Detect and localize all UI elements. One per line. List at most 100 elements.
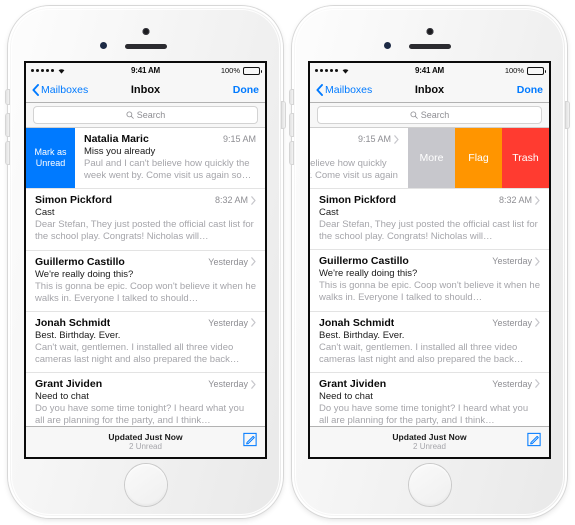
message-list-left[interactable]: Mark as Unread Natalia Maric 9:15 AM Mis… [26, 128, 265, 426]
battery-full-icon [527, 66, 546, 75]
message-row-swiped-left[interactable]: Natalia Maric 9:15 AM Miss you already P… [310, 128, 549, 189]
message-time: Yesterday [492, 256, 532, 267]
updated-status-label: Updated Just Now [108, 432, 183, 443]
message-row[interactable]: Grant Jividen Yesterday Need to chat Do … [26, 373, 265, 426]
message-preview: This is gonna be epic. Coop won't believ… [319, 280, 540, 304]
chevron-left-icon [316, 84, 323, 96]
message-row[interactable]: Simon Pickford 8:32 AM Cast Dear Stefan,… [310, 189, 549, 251]
screen-left: 9:41 AM 100% Mailboxes Inbox Done Search… [24, 61, 267, 459]
mark-as-unread-button[interactable]: Mark as Unread [26, 128, 75, 189]
message-row-swiped-right[interactable]: Mark as Unread Natalia Maric 9:15 AM Mis… [26, 128, 265, 190]
compose-button[interactable] [243, 432, 257, 452]
chevron-right-icon [251, 257, 256, 266]
message-preview: Can't wait, gentlemen. I installed all t… [319, 341, 524, 365]
message-row[interactable]: Jonah Schmidt Yesterday Best. Birthday. … [310, 311, 549, 373]
message-row[interactable]: Simon Pickford 8:32 AM Cast Dear Stefan,… [26, 189, 265, 251]
iphone-device-left: 9:41 AM 100% Mailboxes Inbox Done Search… [6, 6, 285, 518]
home-button[interactable] [408, 464, 451, 506]
done-button[interactable]: Done [233, 84, 259, 96]
message-sender: Guillermo Castillo [35, 255, 125, 268]
silent-switch[interactable] [290, 90, 293, 104]
message-meta: Yesterday [486, 379, 540, 389]
message-row-header: Natalia Maric 9:15 AM [84, 133, 256, 145]
search-placeholder: Search [420, 110, 450, 120]
chevron-right-icon [535, 195, 540, 205]
message-list-right[interactable]: Natalia Maric 9:15 AM Miss you already P… [310, 128, 549, 426]
back-button-label: Mailboxes [41, 84, 89, 96]
flag-action-button[interactable]: Flag [455, 128, 502, 188]
message-meta: 9:15 AM [217, 134, 256, 144]
back-to-mailboxes-button[interactable]: Mailboxes [316, 84, 372, 96]
chevron-right-icon [251, 379, 256, 389]
power-button[interactable] [282, 102, 285, 128]
compose-button[interactable] [527, 432, 541, 452]
message-time: Yesterday [492, 317, 532, 328]
message-row-header: Grant Jividen Yesterday [35, 378, 256, 390]
message-time: 9:15 AM [222, 134, 256, 144]
message-row[interactable]: Guillermo Castillo Yesterday We're reall… [310, 250, 549, 312]
navigation-bar: Mailboxes Inbox Done [310, 78, 549, 103]
message-row[interactable]: Jonah Schmidt Yesterday Best. Birthday. … [26, 311, 265, 374]
message-row[interactable]: Grant Jividen Yesterday Need to chat Do … [310, 372, 549, 426]
status-bar-right: 100% [221, 66, 262, 75]
chevron-right-icon [535, 257, 540, 266]
power-button[interactable] [566, 102, 569, 128]
volume-up-button[interactable] [290, 114, 293, 136]
volume-up-button[interactable] [6, 114, 9, 136]
more-action-button[interactable]: More [408, 128, 455, 188]
chevron-left-icon [32, 84, 39, 96]
search-placeholder: Search [136, 110, 166, 120]
message-sender: Grant Jividen [319, 377, 387, 390]
done-button[interactable]: Done [517, 84, 543, 96]
earpiece-speaker [408, 44, 451, 49]
message-row[interactable]: Guillermo Castillo Yesterday We're reall… [26, 250, 265, 312]
compose-icon [243, 432, 257, 447]
chevron-right-icon [535, 318, 540, 327]
message-meta: 9:15 AM [352, 134, 399, 144]
home-button[interactable] [124, 464, 167, 506]
message-subject: Best. Birthday. Ever. [35, 329, 121, 341]
message-preview: Can't wait, gentlemen. I installed all t… [35, 341, 240, 366]
message-row-content[interactable]: Natalia Maric 9:15 AM Miss you already P… [75, 128, 265, 188]
updated-status-label: Updated Just Now [392, 432, 467, 443]
message-row-header: Simon Pickford 8:32 AM [35, 194, 256, 206]
message-meta: Yesterday [486, 318, 540, 328]
search-icon [410, 111, 418, 119]
trash-action-button[interactable]: Trash [502, 128, 549, 188]
message-sender: Jonah Schmidt [35, 316, 111, 329]
back-button-label: Mailboxes [325, 84, 373, 96]
message-sender: Guillermo Castillo [319, 255, 409, 268]
mark-as-unread-label-line2: Unread [35, 158, 66, 169]
bottom-toolbar: Updated Just Now 2 Unread [26, 426, 265, 457]
status-bar-right: 100% [505, 66, 546, 75]
back-to-mailboxes-button[interactable]: Mailboxes [32, 84, 88, 96]
search-icon [126, 111, 134, 119]
mailbox-status: Updated Just Now 2 Unread [392, 432, 466, 452]
message-meta: Yesterday [486, 256, 540, 266]
message-meta: Yesterday [202, 379, 256, 389]
volume-down-button[interactable] [6, 142, 9, 164]
message-time: Yesterday [208, 317, 248, 328]
message-row-content[interactable]: Natalia Maric 9:15 AM Miss you already P… [310, 128, 408, 188]
message-sender: Simon Pickford [35, 194, 113, 207]
message-subject: Need to chat [319, 390, 373, 402]
battery-full-icon [243, 66, 262, 75]
two-iphone-comparison: 9:41 AM 100% Mailboxes Inbox Done Search… [0, 0, 575, 525]
message-meta: 8:32 AM [493, 195, 540, 205]
front-camera-icon [142, 28, 149, 35]
search-input[interactable]: Search [33, 106, 258, 124]
search-input[interactable]: Search [317, 106, 542, 124]
unread-count-label: 2 Unread [413, 442, 446, 452]
silent-switch[interactable] [6, 90, 9, 104]
message-row-header: Jonah Schmidt Yesterday [35, 317, 256, 329]
message-row-header: Guillermo Castillo Yesterday [35, 256, 256, 268]
unread-count-label: 2 Unread [129, 442, 162, 452]
search-bar: Search [26, 103, 265, 128]
message-row-header: Natalia Maric 9:15 AM [310, 133, 399, 145]
message-subject: Need to chat [35, 391, 89, 403]
volume-down-button[interactable] [290, 142, 293, 164]
message-row-header: Jonah Schmidt Yesterday [319, 317, 540, 329]
mailbox-status: Updated Just Now 2 Unread [108, 432, 182, 452]
message-subject: Miss you already [310, 146, 399, 157]
front-camera-icon [426, 28, 433, 35]
